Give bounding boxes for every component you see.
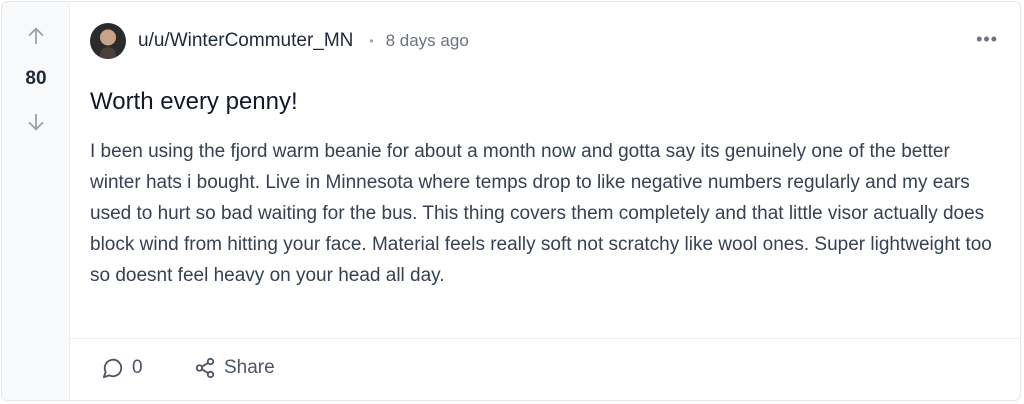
author-username[interactable]: u/u/WinterCommuter_MN bbox=[138, 30, 353, 52]
vote-score: 80 bbox=[25, 68, 47, 89]
more-options-button[interactable]: ••• bbox=[976, 30, 998, 48]
upvote-button[interactable] bbox=[23, 23, 49, 49]
post-timestamp: 8 days ago bbox=[385, 31, 469, 50]
downvote-button[interactable] bbox=[23, 109, 49, 135]
comments-button[interactable]: 0 bbox=[102, 357, 143, 379]
post-footer: 0 Share bbox=[70, 338, 1020, 400]
comment-bubble-icon bbox=[102, 358, 123, 379]
post-title: Worth every penny! bbox=[90, 88, 298, 115]
share-button[interactable]: Share bbox=[194, 357, 275, 379]
more-horizontal-icon: ••• bbox=[976, 29, 998, 49]
arrow-down-icon bbox=[28, 113, 44, 131]
vote-column: 80 bbox=[2, 2, 70, 400]
post-body: I been using the fjord warm beanie for a… bbox=[90, 141, 992, 286]
avatar[interactable] bbox=[90, 23, 126, 59]
share-icon bbox=[195, 357, 215, 379]
review-card: 80 u/u/WinterCommuter_MN • 8 days ago ••… bbox=[1, 1, 1021, 401]
post-content: u/u/WinterCommuter_MN • 8 days ago ••• W… bbox=[70, 2, 1020, 400]
post-meta: u/u/WinterCommuter_MN • 8 days ago bbox=[90, 22, 469, 60]
share-label: Share bbox=[224, 357, 275, 378]
meta-separator: • bbox=[369, 34, 374, 48]
arrow-up-icon bbox=[28, 27, 44, 45]
comment-count: 0 bbox=[132, 357, 143, 378]
